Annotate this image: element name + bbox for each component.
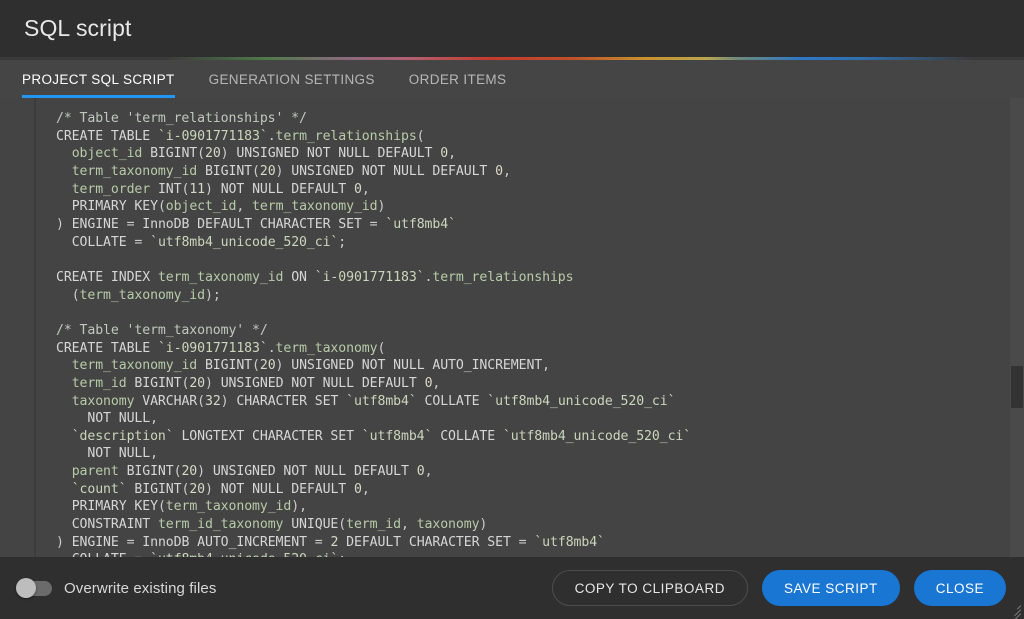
overwrite-existing-files-label: Overwrite existing files [64, 579, 217, 597]
editor-vertical-scrollbar[interactable] [1010, 98, 1024, 557]
dialog-footer: Overwrite existing files COPY TO CLIPBOA… [0, 557, 1024, 619]
sql-editor[interactable]: /* Table 'term_relationships' */ CREATE … [0, 98, 1024, 557]
save-script-button[interactable]: SAVE SCRIPT [761, 570, 900, 606]
copy-to-clipboard-button[interactable]: COPY TO CLIPBOARD [551, 570, 748, 606]
tab-project-sql-script[interactable]: PROJECT SQL SCRIPT [22, 60, 191, 98]
tab-bar: PROJECT SQL SCRIPT GENERATION SETTINGS O… [0, 60, 1024, 98]
close-button[interactable]: CLOSE [913, 570, 1006, 606]
sql-code-content[interactable]: /* Table 'term_relationships' */ CREATE … [0, 110, 1010, 557]
tab-order-items[interactable]: ORDER ITEMS [409, 60, 523, 98]
toggle-switch-track[interactable] [16, 578, 52, 598]
tab-label: PROJECT SQL SCRIPT [22, 71, 175, 87]
dialog-titlebar: SQL script [0, 0, 1024, 57]
editor-scrollbar-thumb[interactable] [1011, 366, 1023, 408]
overwrite-existing-files-toggle[interactable]: Overwrite existing files [16, 578, 217, 598]
editor-viewport[interactable]: /* Table 'term_relationships' */ CREATE … [0, 98, 1010, 557]
resize-grip-icon[interactable] [1007, 602, 1022, 619]
page-title: SQL script [24, 15, 132, 41]
sql-script-dialog: SQL script PROJECT SQL SCRIPT GENERATION… [0, 0, 1024, 619]
tab-label: ORDER ITEMS [408, 71, 507, 87]
toggle-switch-knob[interactable] [16, 578, 36, 598]
tab-label: GENERATION SETTINGS [208, 71, 375, 87]
tab-generation-settings[interactable]: GENERATION SETTINGS [209, 60, 391, 98]
